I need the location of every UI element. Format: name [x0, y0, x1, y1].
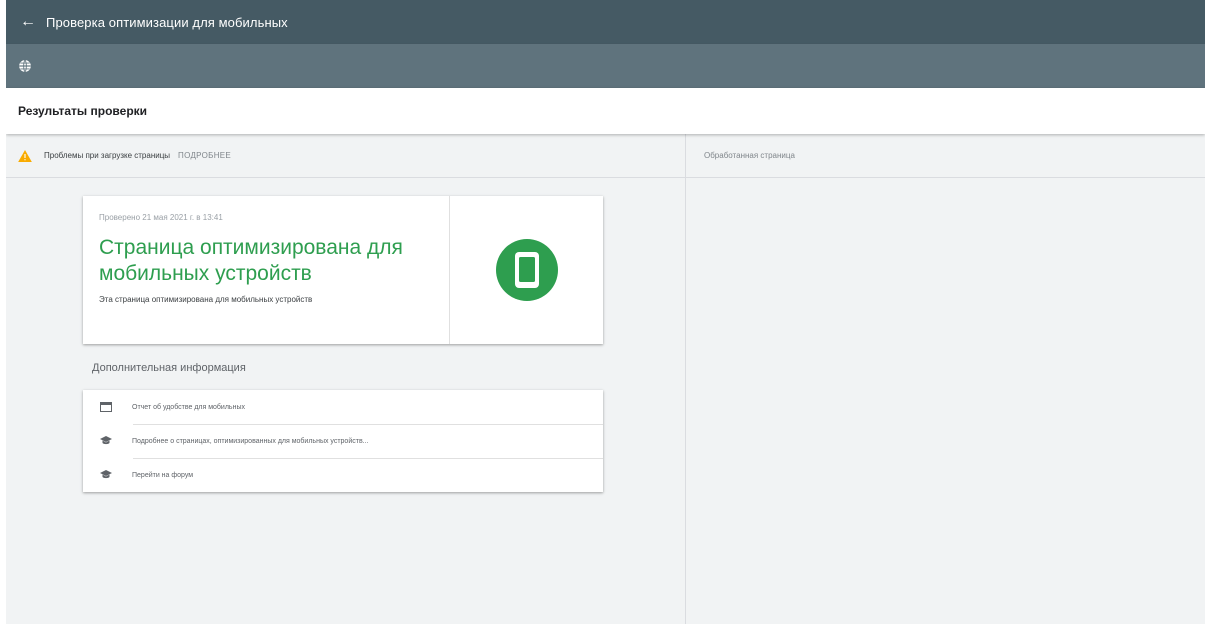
- additional-info-title: Дополнительная информация: [92, 362, 246, 374]
- info-item-forum[interactable]: Перейти на форум: [83, 458, 603, 492]
- results-header: Результаты проверки: [6, 88, 1205, 134]
- info-item-label: Отчет об удобстве для мобильных: [132, 403, 245, 411]
- result-text-block: Проверено 21 мая 2021 г. в 13:41 Страниц…: [83, 196, 450, 344]
- rendered-page-header[interactable]: Обработанная страница: [686, 134, 1205, 178]
- top-app-bar: ← Проверка оптимизации для мобильных: [6, 0, 1205, 44]
- info-item-label: Перейти на форум: [132, 471, 194, 479]
- results-heading: Результаты проверки: [18, 104, 148, 118]
- rendered-page-panel: Обработанная страница: [686, 134, 1205, 624]
- loading-issues-row: Проблемы при загрузке страницы ПОДРОБНЕЕ: [6, 134, 685, 178]
- back-arrow-icon[interactable]: ←: [20, 14, 46, 30]
- additional-info-card: Отчет об удобстве для мобильных Подробне…: [83, 390, 603, 492]
- mobile-phone-icon: [495, 239, 558, 301]
- globe-icon[interactable]: [18, 59, 32, 73]
- page: ← Проверка оптимизации для мобильных Рез…: [0, 0, 1205, 624]
- url-bar: [6, 44, 1205, 88]
- results-panel: Проблемы при загрузке страницы ПОДРОБНЕЕ…: [6, 134, 686, 624]
- info-item-mobile-report[interactable]: Отчет об удобстве для мобильных: [83, 390, 603, 424]
- content-columns: Проблемы при загрузке страницы ПОДРОБНЕЕ…: [6, 134, 1205, 624]
- more-details-link[interactable]: ПОДРОБНЕЕ: [178, 151, 231, 160]
- info-item-learn-more[interactable]: Подробнее о страницах, оптимизированных …: [83, 424, 603, 458]
- graduation-cap-icon: [100, 436, 112, 445]
- rendered-page-label: Обработанная страница: [704, 151, 795, 160]
- page-title: Проверка оптимизации для мобильных: [46, 14, 288, 30]
- result-headline: Страница оптимизирована для мобильных ус…: [99, 236, 403, 285]
- result-card: Проверено 21 мая 2021 г. в 13:41 Страниц…: [83, 196, 603, 344]
- app-frame: ← Проверка оптимизации для мобильных Рез…: [6, 0, 1205, 624]
- result-badge-area: [450, 196, 603, 344]
- loading-issues-text: Проблемы при загрузке страницы: [44, 151, 171, 160]
- info-item-label: Подробнее о страницах, оптимизированных …: [132, 437, 369, 445]
- graduation-cap-icon: [100, 470, 112, 479]
- result-description: Эта страница оптимизирована для мобильны…: [99, 295, 313, 304]
- warning-icon: [18, 149, 32, 162]
- report-icon: [100, 402, 112, 412]
- checked-date: Проверено 21 мая 2021 г. в 13:41: [99, 213, 223, 222]
